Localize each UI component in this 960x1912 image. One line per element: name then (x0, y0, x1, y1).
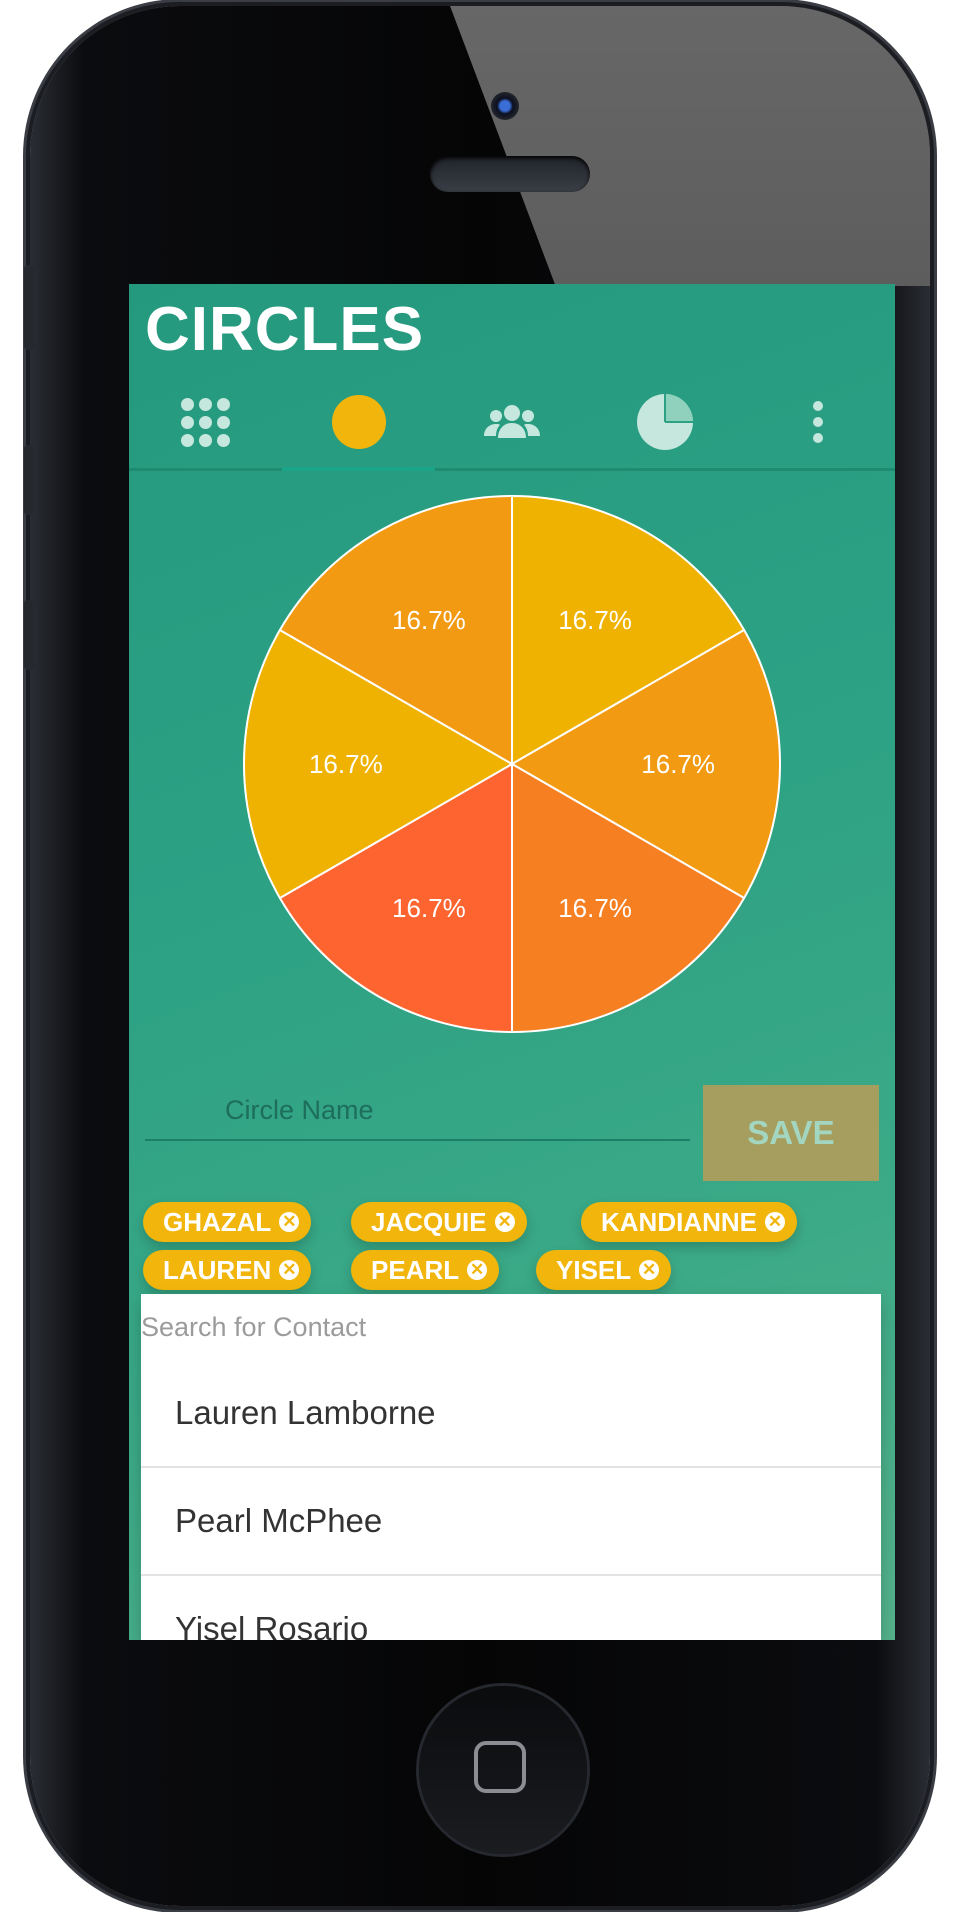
tab-circle[interactable] (282, 376, 435, 471)
circle-name-input[interactable] (145, 1081, 690, 1141)
phone-frame: CIRCLES 16.7% 16.7% 16.7% 16.7% 16.7% 16… (30, 6, 930, 1906)
slice-label: 16.7% (641, 749, 715, 779)
circle-icon (331, 395, 386, 449)
chip-jacquie[interactable]: JACQUIE ✕ (351, 1202, 527, 1242)
home-square-icon (474, 1741, 526, 1793)
front-camera (491, 92, 519, 120)
contact-item[interactable]: Yisel Rosario (141, 1576, 881, 1640)
chip-label: PEARL (371, 1254, 460, 1285)
remove-icon[interactable]: ✕ (494, 1212, 515, 1232)
chip-pearl[interactable]: PEARL ✕ (351, 1250, 500, 1290)
remove-icon[interactable]: ✕ (279, 1260, 300, 1280)
pie-chart-icon (636, 394, 693, 450)
remove-icon[interactable]: ✕ (765, 1212, 785, 1232)
screen-glare (450, 6, 930, 286)
slice-label: 16.7% (309, 749, 383, 779)
volume-up-button[interactable] (24, 445, 34, 515)
remove-icon[interactable]: ✕ (639, 1260, 660, 1280)
contact-item[interactable]: Lauren Lamborne (141, 1360, 881, 1468)
app-title: CIRCLES (145, 295, 425, 364)
contact-search-panel: Lauren Lamborne Pearl McPhee Yisel Rosar… (141, 1294, 881, 1640)
slice-label: 16.7% (392, 893, 466, 923)
chip-label: JACQUIE (371, 1206, 487, 1237)
save-button[interactable]: SAVE (703, 1085, 879, 1181)
remove-icon[interactable]: ✕ (279, 1212, 300, 1232)
tab-people[interactable] (435, 376, 588, 468)
chip-ghazal[interactable]: GHAZAL ✕ (143, 1202, 312, 1242)
app-screen: CIRCLES 16.7% 16.7% 16.7% 16.7% 16.7% 16… (129, 284, 895, 1640)
slice-label: 16.7% (558, 605, 632, 635)
chip-label: GHAZAL (163, 1206, 272, 1237)
remove-icon[interactable]: ✕ (467, 1260, 488, 1280)
tab-chart[interactable] (588, 376, 741, 468)
earpiece-speaker (430, 156, 590, 192)
circle-pie-chart: 16.7% 16.7% 16.7% 16.7% 16.7% 16.7% (129, 494, 895, 1054)
grid-icon (181, 397, 230, 447)
more-vert-icon (812, 401, 823, 443)
slice-label: 16.7% (392, 605, 466, 635)
contact-item[interactable]: Pearl McPhee (141, 1468, 881, 1576)
tab-more[interactable] (741, 376, 894, 468)
home-button[interactable] (419, 1686, 587, 1854)
volume-down-button[interactable] (24, 600, 34, 670)
people-icon (483, 405, 540, 438)
contact-search-input[interactable] (141, 1294, 881, 1360)
slice-label: 16.7% (558, 893, 632, 923)
chip-label: KANDIANNE (601, 1206, 757, 1237)
tab-bar (129, 376, 895, 471)
chip-label: YISEL (556, 1254, 632, 1285)
chip-label: LAUREN (163, 1254, 272, 1285)
chip-lauren[interactable]: LAUREN ✕ (143, 1250, 312, 1290)
tab-grid[interactable] (129, 376, 282, 468)
chip-yisel[interactable]: YISEL ✕ (536, 1250, 672, 1290)
chip-kandianne[interactable]: KANDIANNE ✕ (581, 1202, 797, 1242)
mute-switch[interactable] (24, 265, 34, 350)
